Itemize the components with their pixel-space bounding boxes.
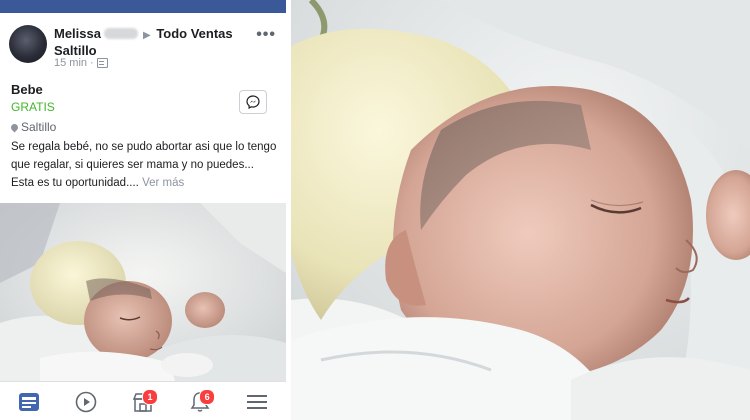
group-name-line2[interactable]: Saltillo xyxy=(54,43,97,58)
author-line: Melissa ▶ Todo Ventas Saltillo xyxy=(54,26,254,58)
location-pin-icon xyxy=(9,122,20,132)
bottom-navigation: 1 6 xyxy=(0,381,286,420)
nav-watch[interactable] xyxy=(72,388,100,416)
message-seller-button[interactable] xyxy=(239,90,267,114)
nav-notifications[interactable]: 6 xyxy=(186,388,216,416)
nav-menu[interactable] xyxy=(243,388,271,416)
more-options-button[interactable]: ••• xyxy=(256,26,276,44)
baby-photo-thumbnail xyxy=(0,203,286,381)
listing-photo[interactable] xyxy=(0,203,286,381)
nav-marketplace[interactable]: 1 xyxy=(129,388,158,416)
more-icon: ••• xyxy=(256,26,276,43)
post-header: Melissa ▶ Todo Ventas Saltillo 15 min · •… xyxy=(0,13,286,79)
blurred-surname xyxy=(103,28,138,39)
watch-icon xyxy=(75,391,97,412)
listing-title: Bebe xyxy=(11,82,43,97)
globe-icon xyxy=(96,58,108,68)
avatar[interactable] xyxy=(9,25,47,63)
zoomed-baby-photo xyxy=(291,0,750,420)
messenger-icon xyxy=(246,95,260,109)
post-meta: 15 min · xyxy=(54,57,108,69)
listing-price: GRATIS xyxy=(11,100,55,114)
listing-description: Se regala bebé, no se pudo abortar asi q… xyxy=(11,138,277,192)
see-more-link[interactable]: Ver más xyxy=(142,177,184,189)
author-name[interactable]: Melissa xyxy=(54,26,101,41)
notifications-badge: 6 xyxy=(199,388,216,405)
baby-photo-closeup xyxy=(291,0,750,420)
app-top-bar xyxy=(0,0,286,13)
listing-location: Saltillo xyxy=(9,120,57,134)
nav-news-feed[interactable] xyxy=(15,388,43,416)
location-text: Saltillo xyxy=(21,120,57,134)
arrow-icon: ▶ xyxy=(142,30,151,41)
facebook-post-panel: Melissa ▶ Todo Ventas Saltillo 15 min · •… xyxy=(0,0,286,420)
post-time[interactable]: 15 min xyxy=(54,57,87,69)
group-name[interactable]: Todo Ventas xyxy=(156,26,232,41)
menu-icon xyxy=(247,394,268,409)
marketplace-badge: 1 xyxy=(141,388,158,405)
news-feed-icon xyxy=(18,392,39,411)
